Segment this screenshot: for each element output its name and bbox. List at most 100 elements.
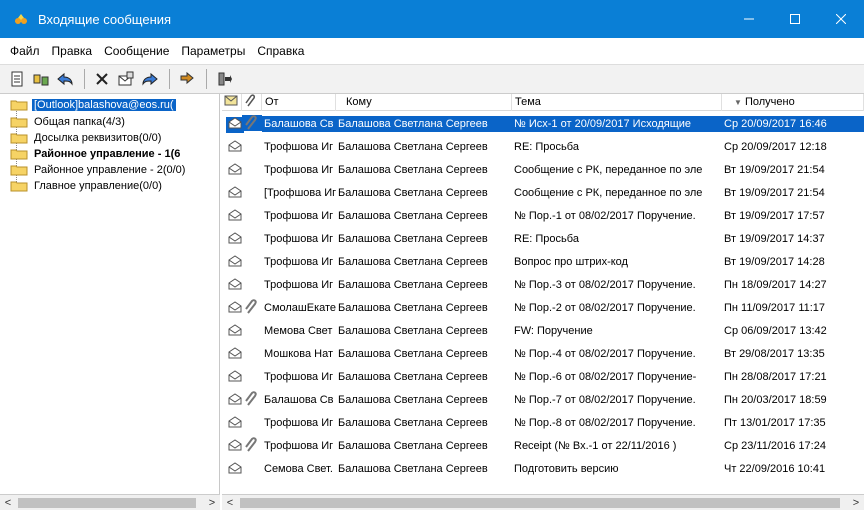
- message-received: Пн 18/09/2017 14:27: [724, 279, 827, 291]
- attachment-cell: [242, 184, 262, 200]
- message-row[interactable]: Трофшова Иг Балашова Светлана Сергеев № По…: [222, 366, 864, 389]
- attachment-cell: [242, 115, 262, 131]
- register-button[interactable]: [30, 68, 52, 90]
- message-received: Ср 20/09/2017 16:46: [722, 116, 864, 132]
- message-subject: № Пор.-6 от 08/02/2017 Поручение-: [514, 371, 697, 383]
- menu-edit[interactable]: Правка: [46, 44, 99, 58]
- scroll-right-arrow-icon[interactable]: >: [848, 495, 864, 511]
- message-subject: FW: Поручение: [514, 325, 593, 337]
- menu-message[interactable]: Сообщение: [98, 44, 175, 58]
- message-from: Трофшова Иг: [264, 279, 334, 291]
- menu-options[interactable]: Параметры: [175, 44, 251, 58]
- new-document-button[interactable]: [6, 68, 28, 90]
- message-to: Балашова Светлана Сергеев: [338, 279, 488, 291]
- message-list-hscrollbar[interactable]: < >: [222, 494, 864, 510]
- tree-node-label: Досылка реквизитов(0/0): [34, 132, 162, 144]
- message-to: Балашова Светлана Сергеев: [338, 325, 488, 337]
- message-row[interactable]: Трофшова Иг Балашова Светлана Сергеев № По…: [222, 274, 864, 297]
- opened-envelope-icon: [228, 232, 242, 244]
- maximize-button[interactable]: [772, 0, 818, 38]
- paperclip-icon: [245, 391, 257, 406]
- message-subject: Сообщение с РК, переданное по эле: [514, 164, 703, 176]
- message-to: Балашова Светлана Сергеев: [338, 440, 488, 452]
- message-subject: RE: Просьба: [514, 233, 579, 245]
- message-row[interactable]: [Трофшова Иг Балашова Светлана Сергеев Соо…: [222, 182, 864, 205]
- open-message-button[interactable]: [115, 68, 137, 90]
- message-from: Балашова Св: [262, 116, 336, 132]
- attachment-cell: [242, 253, 262, 269]
- message-row[interactable]: Балашова Св Балашова Светлана Сергеев № Ис…: [222, 113, 864, 136]
- scrollbar-thumb[interactable]: [240, 498, 840, 508]
- folder-icon: [10, 165, 28, 176]
- message-received: Пт 13/01/2017 17:35: [724, 417, 826, 429]
- message-received: Вт 19/09/2017 14:37: [724, 233, 825, 245]
- attachment-cell: [242, 276, 262, 292]
- message-row[interactable]: Трофшова Иг Балашова Светлана Сергеев Rece…: [222, 435, 864, 458]
- message-row[interactable]: Мемова Свет Балашова Светлана Сергеев FW: …: [222, 320, 864, 343]
- message-subject: № Пор.-2 от 08/02/2017 Поручение.: [514, 302, 696, 314]
- scroll-right-arrow-icon[interactable]: >: [204, 495, 220, 511]
- message-row[interactable]: Мошкова Нат Балашова Светлана Сергеев № По…: [222, 343, 864, 366]
- column-header-attachment[interactable]: [242, 94, 262, 111]
- folder-icon: [10, 181, 28, 192]
- message-to: Балашова Светлана Сергеев: [338, 164, 488, 176]
- message-row[interactable]: Семова Свет. Балашова Светлана Сергеев Под…: [222, 458, 864, 481]
- message-from: Трофшова Иг: [264, 164, 334, 176]
- opened-envelope-icon: [228, 163, 242, 175]
- tree-node-label: Общая папка(4/3): [34, 116, 125, 128]
- maximize-icon: [790, 14, 800, 24]
- message-received: Пн 11/09/2017 11:17: [724, 302, 826, 314]
- menu-file[interactable]: Файл: [4, 44, 46, 58]
- folder-tree-hscrollbar[interactable]: < >: [0, 494, 220, 510]
- tree-node-label: [Outlook]balashova@eos.ru(: [32, 99, 176, 111]
- tree-node-head-office[interactable]: Главное управление(0/0): [10, 178, 218, 194]
- tree-node-details-followup[interactable]: Досылка реквизитов(0/0): [10, 130, 218, 146]
- message-from: Трофшова Иг: [264, 141, 334, 153]
- column-header-from[interactable]: От: [262, 94, 336, 111]
- tree-node-outlook-account[interactable]: [Outlook]balashova@eos.ru(: [10, 97, 218, 113]
- message-row[interactable]: СмолашЕкате Балашова Светлана Сергеев № По…: [222, 297, 864, 320]
- message-row[interactable]: Трофшова Иг Балашова Светлана Сергеев RE: …: [222, 136, 864, 159]
- toolbar-separator: [169, 69, 170, 89]
- message-to: Балашова Светлана Сергеев: [338, 371, 488, 383]
- send-receive-button[interactable]: [176, 68, 198, 90]
- register-icon: [33, 74, 49, 86]
- opened-envelope-icon: [228, 393, 242, 405]
- toolbar-separator: [84, 69, 85, 89]
- message-row[interactable]: Балашова Св Балашова Светлана Сергеев № По…: [222, 389, 864, 412]
- column-header-read-status[interactable]: [222, 94, 242, 111]
- message-row[interactable]: Трофшова Иг Балашова Светлана Сергеев Сооб…: [222, 159, 864, 182]
- opened-envelope-icon: [228, 209, 242, 221]
- menu-help[interactable]: Справка: [251, 44, 310, 58]
- message-to: Балашова Светлана Сергеев: [338, 302, 488, 314]
- forward-button[interactable]: [139, 68, 161, 90]
- scrollbar-thumb[interactable]: [18, 498, 196, 508]
- message-list-header: От Кому Тема ▼ Получено: [222, 94, 864, 111]
- column-header-to[interactable]: Кому: [336, 94, 512, 111]
- scroll-left-arrow-icon[interactable]: <: [222, 495, 238, 511]
- paperclip-icon: [245, 437, 257, 452]
- message-row[interactable]: Трофшова Иг Балашова Светлана Сергеев № По…: [222, 205, 864, 228]
- message-row[interactable]: Трофшова Иг Балашова Светлана Сергеев Вопр…: [222, 251, 864, 274]
- tree-node-district-office-1[interactable]: Районное управление - 1(6: [10, 146, 218, 162]
- message-row[interactable]: Трофшова Иг Балашова Светлана Сергеев RE: …: [222, 228, 864, 251]
- message-to: Балашова Светлана Сергеев: [338, 394, 488, 406]
- close-icon: [836, 14, 846, 24]
- tree-node-district-office-2[interactable]: Районное управление - 2(0/0): [10, 162, 218, 178]
- filter-icon: [218, 72, 232, 86]
- column-header-received[interactable]: ▼ Получено: [722, 94, 864, 111]
- message-row[interactable]: Трофшова Иг Балашова Светлана Сергеев № По…: [222, 412, 864, 435]
- window-title: Входящие сообщения: [38, 11, 172, 27]
- column-header-subject[interactable]: Тема: [512, 94, 722, 111]
- opened-envelope-icon: [228, 416, 242, 428]
- opened-envelope-icon: [228, 186, 242, 198]
- opened-envelope-icon: [228, 439, 242, 451]
- delete-button[interactable]: [91, 68, 113, 90]
- reply-button[interactable]: [54, 68, 76, 90]
- minimize-button[interactable]: [726, 0, 772, 38]
- filter-button[interactable]: [213, 68, 235, 90]
- scroll-left-arrow-icon[interactable]: <: [0, 495, 16, 511]
- close-button[interactable]: [818, 0, 864, 38]
- toolbar-separator: [206, 69, 207, 89]
- tree-node-shared-folder[interactable]: Общая папка(4/3): [10, 114, 218, 130]
